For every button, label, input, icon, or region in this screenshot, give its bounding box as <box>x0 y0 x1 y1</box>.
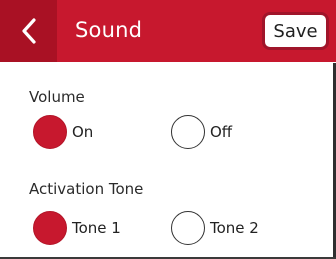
save-button[interactable]: Save <box>262 12 329 50</box>
volume-on-label: On <box>72 123 94 141</box>
volume-on-radio[interactable]: On <box>33 115 93 149</box>
page-title: Sound <box>75 18 143 42</box>
tone-1-label: Tone 1 <box>72 219 121 237</box>
tone-2-radio[interactable]: Tone 2 <box>171 211 259 245</box>
back-button[interactable] <box>0 0 57 62</box>
tone-1-radio[interactable]: Tone 1 <box>33 211 121 245</box>
sound-settings-screen: Sound Save Volume On Off Activation Tone… <box>0 0 336 259</box>
app-header: Sound Save <box>0 0 336 62</box>
volume-off-label: Off <box>210 123 233 141</box>
volume-label: Volume <box>29 88 85 106</box>
activation-tone-label: Activation Tone <box>29 180 144 198</box>
radio-checked-icon <box>33 211 67 245</box>
radio-unchecked-icon <box>171 115 205 149</box>
chevron-left-icon <box>21 18 37 44</box>
radio-unchecked-icon <box>171 211 205 245</box>
radio-checked-icon <box>33 115 67 149</box>
tone-2-label: Tone 2 <box>210 219 259 237</box>
volume-off-radio[interactable]: Off <box>171 115 232 149</box>
